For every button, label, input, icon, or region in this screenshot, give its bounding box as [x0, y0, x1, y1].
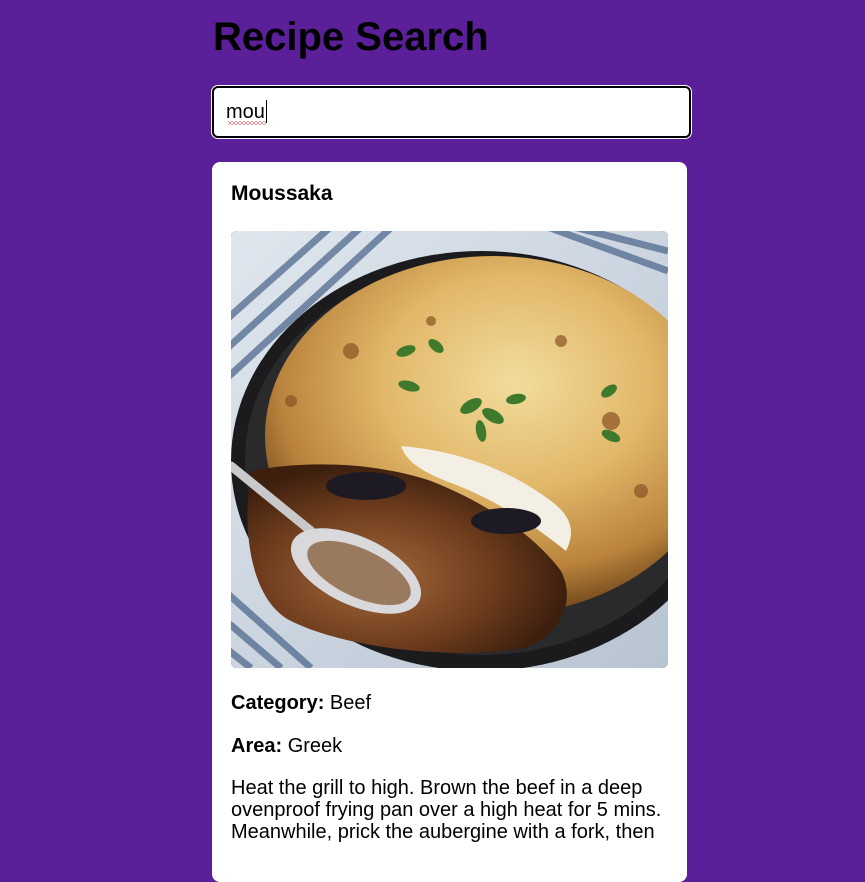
spellcheck-underline [228, 121, 266, 125]
area-line: Area: Greek [231, 734, 342, 758]
category-line: Category: Beef [231, 691, 371, 715]
search-box[interactable] [212, 86, 691, 138]
category-value: Beef [329, 692, 372, 714]
area-value: Greek [287, 735, 343, 757]
recipe-instructions: Heat the grill to high. Brown the beef i… [231, 777, 662, 843]
category-label: Category: [231, 692, 325, 714]
recipe-image [231, 231, 668, 668]
area-label: Area: [231, 735, 283, 757]
search-input[interactable] [214, 88, 689, 136]
recipe-card: Moussaka Category: Beef Area: Greek Heat… [212, 162, 687, 882]
page-title: Recipe Search [213, 15, 489, 59]
recipe-title: Moussaka [231, 182, 333, 205]
moussaka-photo-icon [231, 231, 668, 668]
text-caret [266, 100, 267, 123]
